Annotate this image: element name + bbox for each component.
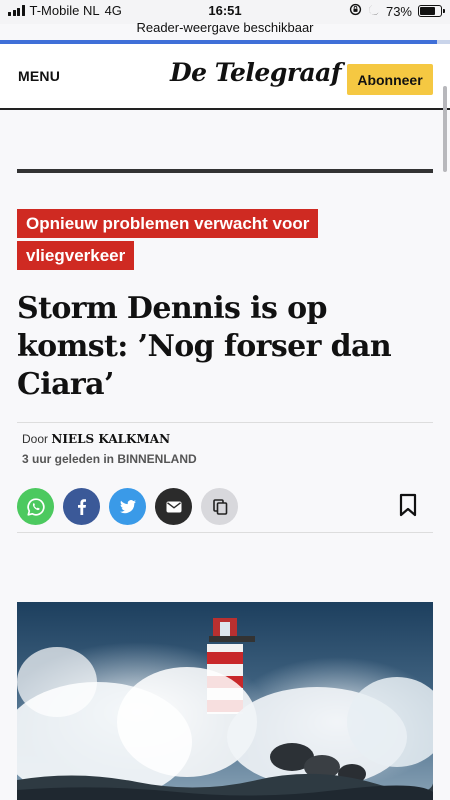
byline-prefix: Door bbox=[22, 432, 49, 446]
kicker-text: Opnieuw problemen verwacht voor vliegver… bbox=[17, 209, 319, 270]
byline: Door NIELS KALKMAN bbox=[22, 432, 433, 446]
article-photo[interactable] bbox=[17, 602, 433, 800]
article-meta: 3 uur geleden in BINNENLAND bbox=[22, 452, 197, 466]
lighthouse-storm-image bbox=[17, 602, 433, 800]
battery-percent: 73% bbox=[385, 3, 412, 19]
section-divider bbox=[17, 169, 433, 173]
copy-icon bbox=[212, 498, 227, 515]
bookmark-button[interactable] bbox=[398, 493, 418, 522]
site-logo[interactable]: De Telegraaf bbox=[170, 58, 342, 87]
whatsapp-share-button[interactable] bbox=[17, 488, 54, 525]
mail-icon bbox=[166, 501, 181, 512]
twitter-icon bbox=[119, 499, 136, 513]
orientation-lock-icon bbox=[349, 3, 362, 19]
battery-fill bbox=[420, 7, 435, 15]
site-header: MENU De Telegraaf Abonneer bbox=[0, 44, 450, 110]
article-kicker[interactable]: Opnieuw problemen verwacht voor vliegver… bbox=[17, 208, 347, 272]
moon-icon bbox=[368, 4, 380, 19]
article-headline: Storm Dennis is op komst: ’Nog forser da… bbox=[17, 291, 392, 402]
share-bar bbox=[17, 488, 238, 525]
byline-block: Door NIELS KALKMAN 3 uur geleden in BINN… bbox=[17, 422, 433, 466]
status-right: 73% bbox=[349, 3, 445, 19]
twitter-share-button[interactable] bbox=[109, 488, 146, 525]
email-share-button[interactable] bbox=[155, 488, 192, 525]
facebook-share-button[interactable] bbox=[63, 488, 100, 525]
subscribe-button[interactable]: Abonneer bbox=[347, 64, 433, 95]
facebook-icon bbox=[77, 498, 86, 515]
bookmark-icon bbox=[399, 493, 417, 517]
battery-icon bbox=[418, 5, 445, 17]
reader-view-notice[interactable]: Reader-weergave beschikbaar bbox=[0, 20, 450, 35]
whatsapp-icon bbox=[26, 497, 45, 516]
author-name[interactable]: NIELS KALKMAN bbox=[51, 432, 170, 446]
copy-link-button[interactable] bbox=[201, 488, 238, 525]
page-scrollbar[interactable] bbox=[443, 86, 447, 172]
menu-button[interactable]: MENU bbox=[18, 68, 60, 84]
share-divider bbox=[17, 532, 433, 533]
